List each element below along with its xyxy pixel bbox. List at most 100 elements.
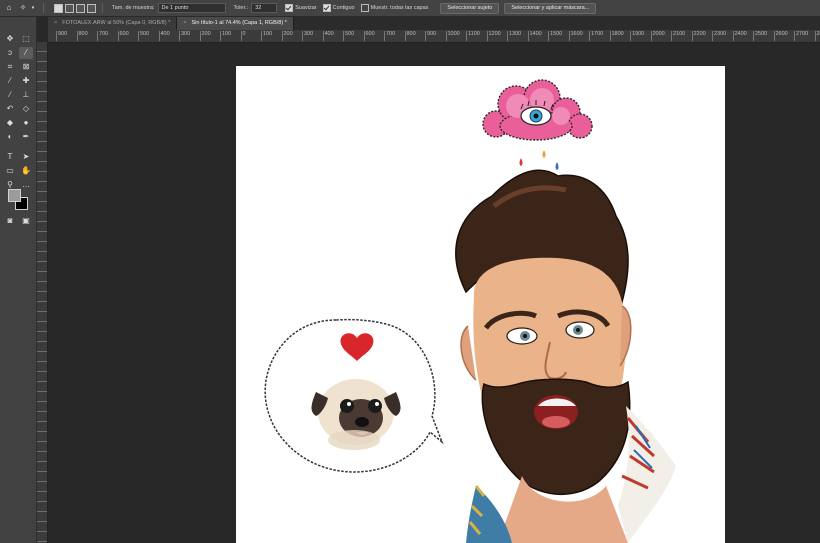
ruler-label: 500 — [343, 31, 354, 41]
crop-tool-icon[interactable]: ⌗ — [3, 61, 17, 73]
checkbox-icon — [285, 4, 294, 12]
shape-tool-icon[interactable]: ▭ — [3, 165, 17, 177]
checkbox-icon — [360, 4, 369, 12]
ruler-label: 900 — [425, 31, 436, 41]
selection-mode-group — [53, 3, 97, 13]
select-and-mask-button[interactable]: Seleccionar y aplicar máscara... — [504, 2, 597, 14]
pen-tool-icon[interactable]: ✒ — [19, 131, 33, 143]
ruler-label: 2100 — [671, 31, 685, 41]
contiguous-checkbox[interactable]: Contiguo — [322, 4, 355, 12]
ruler-label: 700 — [97, 31, 108, 41]
move-tool-icon[interactable]: ✥ — [3, 33, 17, 45]
ruler-label: 2400 — [732, 31, 747, 41]
ruler-label: 1700 — [589, 31, 603, 41]
ruler-label: 1500 — [548, 31, 562, 41]
ruler-label: 1300 — [507, 31, 521, 41]
magic-wand-tool-icon[interactable]: ⁄ — [19, 47, 33, 59]
vertical-ruler[interactable] — [37, 42, 48, 543]
document-canvas[interactable] — [236, 66, 725, 543]
horizontal-ruler[interactable]: 900 800 700 600 500 400 300 200 100 0 100 200 300 400… — [48, 30, 820, 43]
frame-tool-icon[interactable]: ⊠ — [19, 61, 33, 73]
magic-wand-preset-icon[interactable]: ✧ ▾ — [18, 3, 38, 13]
separator — [43, 3, 44, 13]
ruler-label: 100 — [261, 31, 272, 41]
ruler-label: 300 — [302, 31, 313, 41]
ruler-label: 1400 — [527, 31, 542, 41]
more-tools-icon[interactable]: … — [19, 179, 33, 191]
foreground-color-swatch[interactable] — [8, 189, 21, 202]
ruler-label: 200 — [281, 31, 293, 41]
sample-size-select[interactable]: De 1 punto — [157, 3, 226, 13]
ruler-label: 900 — [56, 31, 67, 41]
smooth-label: Suavizar — [295, 5, 317, 11]
quick-mask-icon[interactable]: ◙ — [3, 215, 17, 227]
tolerance-label: Toler.: — [233, 5, 249, 11]
dodge-tool-icon[interactable]: ◐ — [3, 131, 17, 143]
tools-panel: ✥ ⬚ ↄ ⁄ ⌗ ⊠ ⁄ ✚ ∕ ⊥ ↶ ◇ ◆ ● ◐ ✒ T ➤ ▭ ✋ ⚲… ◙ ▣ — [0, 17, 37, 543]
tab-label: Sin título-1 al 74.4% (Capa 1, RGB/8) * — [191, 20, 287, 26]
ruler-label: 1000 — [445, 31, 460, 41]
new-selection-icon[interactable] — [54, 3, 63, 13]
ruler-label: 500 — [138, 31, 149, 41]
subtract-selection-icon[interactable] — [76, 3, 85, 13]
intersect-selection-icon[interactable] — [87, 3, 96, 13]
ruler-label: 2500 — [753, 31, 767, 41]
checkbox-icon — [322, 4, 331, 12]
portrait-illustration — [455, 169, 676, 543]
healing-brush-tool-icon[interactable]: ✚ — [19, 75, 33, 87]
brush-tool-icon[interactable]: ∕ — [3, 89, 17, 101]
lasso-tool-icon[interactable]: ↄ — [3, 47, 17, 59]
ruler-label: 300 — [179, 31, 190, 41]
document-tab-bar: × FOTOALEX.ARW al 50% (Capa 0, RGB/8) * … — [48, 17, 820, 30]
ruler-label: 600 — [117, 31, 129, 41]
sample-all-layers-checkbox[interactable]: Muestr. todas las capas — [360, 4, 429, 12]
path-selection-tool-icon[interactable]: ➤ — [19, 151, 33, 163]
eyedropper-tool-icon[interactable]: ⁄ — [3, 75, 17, 87]
add-selection-icon[interactable] — [65, 3, 74, 13]
ruler-label: 800 — [76, 31, 88, 41]
tab-label: FOTOALEX.ARW al 50% (Capa 0, RGB/8) * — [62, 20, 171, 26]
ruler-label: 2300 — [712, 31, 726, 41]
tab-sin-titulo[interactable]: × Sin título-1 al 74.4% (Capa 1, RGB/8) … — [177, 17, 294, 30]
separator — [102, 3, 103, 13]
ruler-label: 2000 — [650, 31, 665, 41]
eraser-tool-icon[interactable]: ◇ — [19, 103, 33, 115]
blur-tool-icon[interactable]: ● — [19, 117, 33, 129]
ruler-label: 600 — [363, 31, 375, 41]
ruler-label: 2700 — [794, 31, 808, 41]
type-tool-icon[interactable]: T — [3, 151, 17, 163]
speech-bubble — [264, 318, 444, 473]
screen-mode-icon[interactable]: ▣ — [19, 215, 33, 227]
history-brush-tool-icon[interactable]: ↶ — [3, 103, 17, 115]
illustration — [264, 79, 676, 543]
clone-stamp-tool-icon[interactable]: ⊥ — [19, 89, 33, 101]
tolerance-input[interactable]: 32 — [251, 3, 278, 13]
sample-all-layers-label: Muestr. todas las capas — [370, 5, 429, 11]
marquee-tool-icon[interactable]: ⬚ — [19, 33, 33, 45]
hand-tool-icon[interactable]: ✋ — [19, 165, 33, 177]
ruler-label: 400 — [322, 31, 334, 41]
ruler-label: 0 — [240, 31, 246, 41]
ruler-label: 100 — [220, 31, 231, 41]
ruler-label: 1200 — [486, 31, 501, 41]
ruler-label: 200 — [199, 31, 211, 41]
cloud-icon — [482, 79, 593, 170]
ruler-label: 400 — [158, 31, 170, 41]
ruler-label: 800 — [404, 31, 416, 41]
tab-fotoalex[interactable]: × FOTOALEX.ARW al 50% (Capa 0, RGB/8) * — [48, 17, 178, 30]
ruler-label: 1100 — [466, 31, 480, 41]
ruler-label: 700 — [384, 31, 395, 41]
close-tab-icon[interactable]: × — [54, 17, 57, 30]
paint-bucket-tool-icon[interactable]: ◆ — [3, 117, 17, 129]
ruler-label: 1900 — [630, 31, 644, 41]
close-tab-icon[interactable]: × — [183, 17, 186, 30]
smooth-checkbox[interactable]: Suavizar — [285, 4, 317, 12]
ruler-label: 1600 — [568, 31, 583, 41]
ruler-label: 2600 — [773, 31, 788, 41]
contiguous-label: Contiguo — [332, 5, 355, 11]
select-subject-button[interactable]: Seleccionar sujeto — [440, 2, 500, 14]
ruler-label: 1800 — [609, 31, 624, 41]
sample-size-label: Tam. de muestra: — [112, 5, 155, 11]
options-bar: ⌂ ✧ ▾ Tam. de muestra: De 1 punto Toler.:… — [0, 0, 820, 17]
home-icon[interactable]: ⌂ — [4, 3, 14, 13]
